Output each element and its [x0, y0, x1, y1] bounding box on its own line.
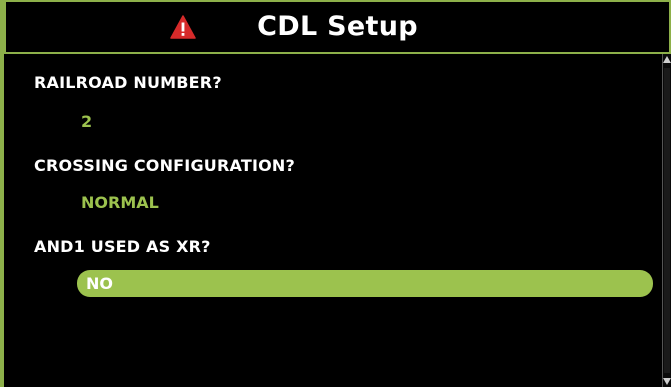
- title-bar: CDL Setup: [4, 0, 671, 54]
- scroll-up-arrow-icon[interactable]: [663, 56, 671, 63]
- setup-form: RAILROAD NUMBER? 2 CROSSING CONFIGURATIO…: [4, 54, 662, 387]
- and1-used-as-xr-label: AND1 USED AS XR?: [34, 237, 211, 256]
- scroll-down-arrow-icon[interactable]: [663, 378, 671, 385]
- crossing-configuration-label: CROSSING CONFIGURATION?: [34, 156, 295, 175]
- railroad-number-label: RAILROAD NUMBER?: [34, 73, 222, 92]
- crossing-configuration-value[interactable]: NORMAL: [81, 193, 159, 212]
- and1-used-as-xr-value: NO: [86, 274, 113, 293]
- scroll-track[interactable]: [664, 68, 670, 373]
- cdl-setup-screen: CDL Setup RAILROAD NUMBER? 2 CROSSING CO…: [0, 0, 671, 387]
- scrollbar[interactable]: [662, 54, 671, 387]
- and1-used-as-xr-selected-option[interactable]: NO: [77, 270, 653, 297]
- page-title: CDL Setup: [257, 11, 418, 42]
- railroad-number-value[interactable]: 2: [81, 112, 92, 131]
